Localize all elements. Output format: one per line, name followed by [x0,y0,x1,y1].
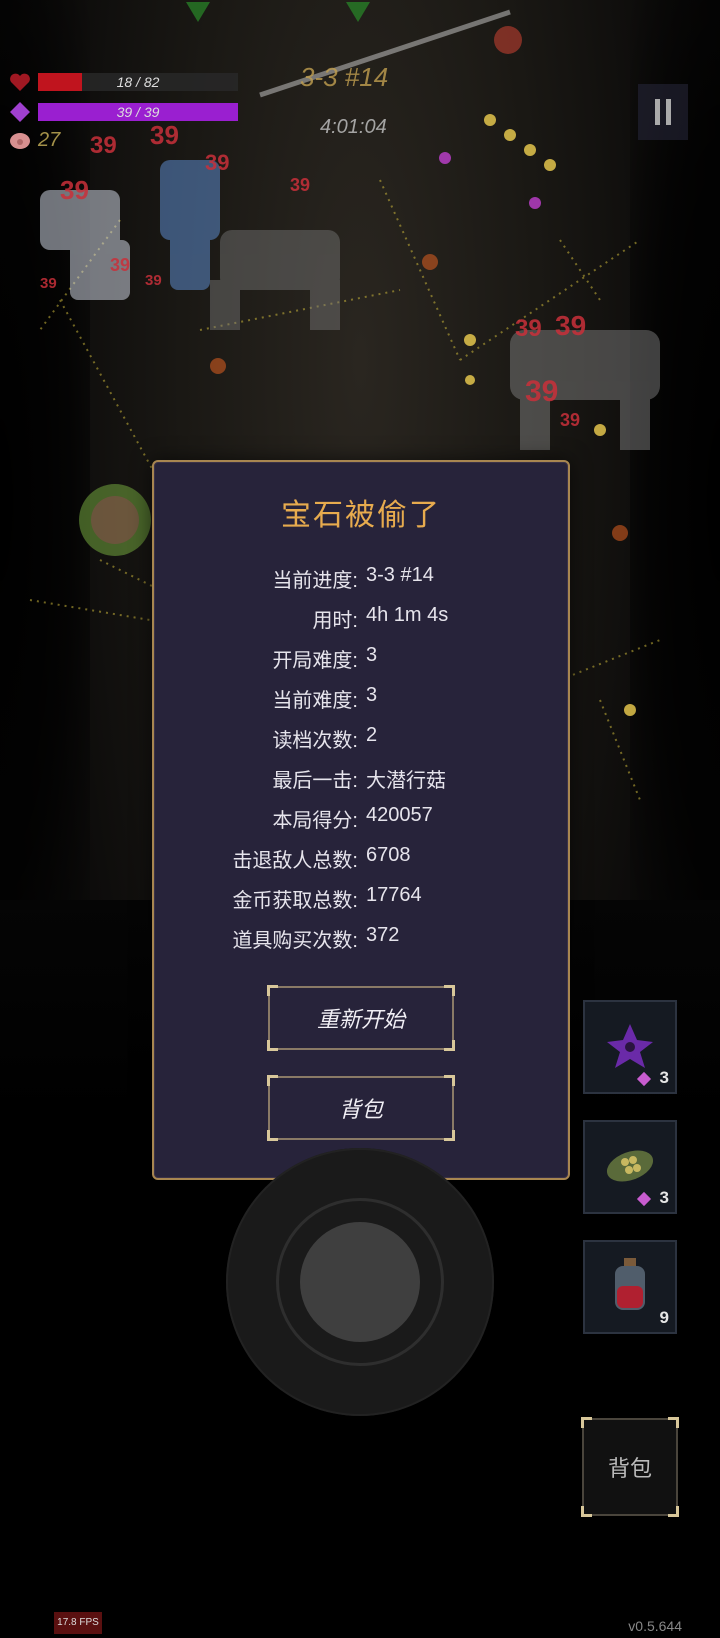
dialog-bag-button[interactable]: 背包 [267,1075,455,1141]
damage-number: 39 [525,375,559,408]
stat-row: 开局难度: 3 [154,644,568,678]
dialog-bag-button-label: 背包 [338,1097,383,1122]
gem-icon [10,102,30,122]
stat-value: 大潜行菇 [366,770,446,792]
item-count: 3 [659,1188,669,1207]
stat-value: 2 [366,724,378,746]
pause-icon [655,99,660,125]
bag-button-label: 背包 [607,1456,652,1481]
mana-row: 39 / 39 [8,100,238,124]
hp-text: 18 / 82 [116,74,160,90]
stat-row: 用时: 4h 1m 4s [154,604,568,638]
item-slot-potion[interactable]: 9 [583,1240,677,1334]
damage-number: 39 [145,272,162,289]
stat-label: 读档次数: [272,730,358,752]
mana-bar: 39 / 39 [38,103,238,121]
stat-value: 17764 [366,884,422,906]
damage-number: 39 [40,275,57,292]
stage-label: 3-3 #14 [300,62,389,92]
stat-value: 3 [366,684,378,706]
restart-button-label: 重新开始 [316,1007,405,1032]
stat-label: 击退敌人总数: [232,850,358,872]
stat-row: 当前难度: 3 [154,684,568,718]
stat-label: 开局难度: [272,650,358,672]
enemy-mushroom [494,26,522,54]
pig-icon [10,133,30,149]
damage-number: 39 [150,120,179,150]
stat-label: 当前进度: [272,570,358,592]
stat-value: 6708 [366,844,411,866]
stat-row: 金币获取总数: 17764 [154,884,568,918]
damage-number: 39 [90,132,117,159]
fps-counter: 17.8 FPS [54,1612,102,1634]
stat-row: 本局得分: 420057 [154,804,568,838]
game-over-dialog: 宝石被偷了 当前进度: 3-3 #14 用时: 4h 1m 4s 开局难度: 3… [152,460,570,1180]
damage-number: 39 [290,175,311,195]
joystick-knob[interactable] [300,1222,420,1342]
damage-number: 39 [515,315,542,342]
hp-row: 18 / 82 [8,70,238,94]
stat-value: 372 [366,924,400,946]
stat-value: 420057 [366,804,433,826]
stat-value: 4h 1m 4s [366,604,449,626]
stat-value: 3-3 #14 [366,564,434,586]
stat-value: 3 [366,644,378,666]
damage-number: 39 [560,410,581,430]
heart-icon [10,73,30,91]
item-slot-shuriken[interactable]: 3 [583,1000,677,1094]
stat-row: 读档次数: 2 [154,724,568,758]
item-slot-seed-pod[interactable]: 3 [583,1120,677,1214]
damage-number: 39 [555,310,587,341]
damage-number: 39 [60,175,89,205]
stat-label: 本局得分: [272,810,358,832]
damage-number: 39 [110,255,131,275]
gold-row: 27 [8,128,60,152]
stat-row: 道具购买次数: 372 [154,924,568,958]
version-label: v0.5.644 [628,1618,682,1634]
stat-label: 当前难度: [272,690,358,712]
bag-button[interactable]: 背包 [581,1417,679,1517]
damage-number: 39 [205,150,230,175]
restart-button[interactable]: 重新开始 [267,985,455,1051]
stat-label: 最后一击: [272,770,358,792]
item-count: 3 [659,1068,669,1087]
stat-row: 击退敌人总数: 6708 [154,844,568,878]
stat-row: 当前进度: 3-3 #14 [154,564,568,598]
stat-label: 用时: [312,610,358,632]
run-timer: 4:01:04 [320,116,387,138]
virtual-joystick[interactable] [226,1148,494,1416]
stat-row: 最后一击: 大潜行菇 [154,764,568,798]
dialog-title: 宝石被偷了 [281,499,441,532]
stat-label: 金币获取总数: [232,890,358,912]
item-count: 9 [659,1308,669,1327]
hp-bar: 18 / 82 [38,73,238,91]
pause-button[interactable] [638,84,688,140]
gold-text: 27 [38,128,61,151]
mana-text: 39 / 39 [116,104,160,120]
stat-label: 道具购买次数: [232,930,358,952]
